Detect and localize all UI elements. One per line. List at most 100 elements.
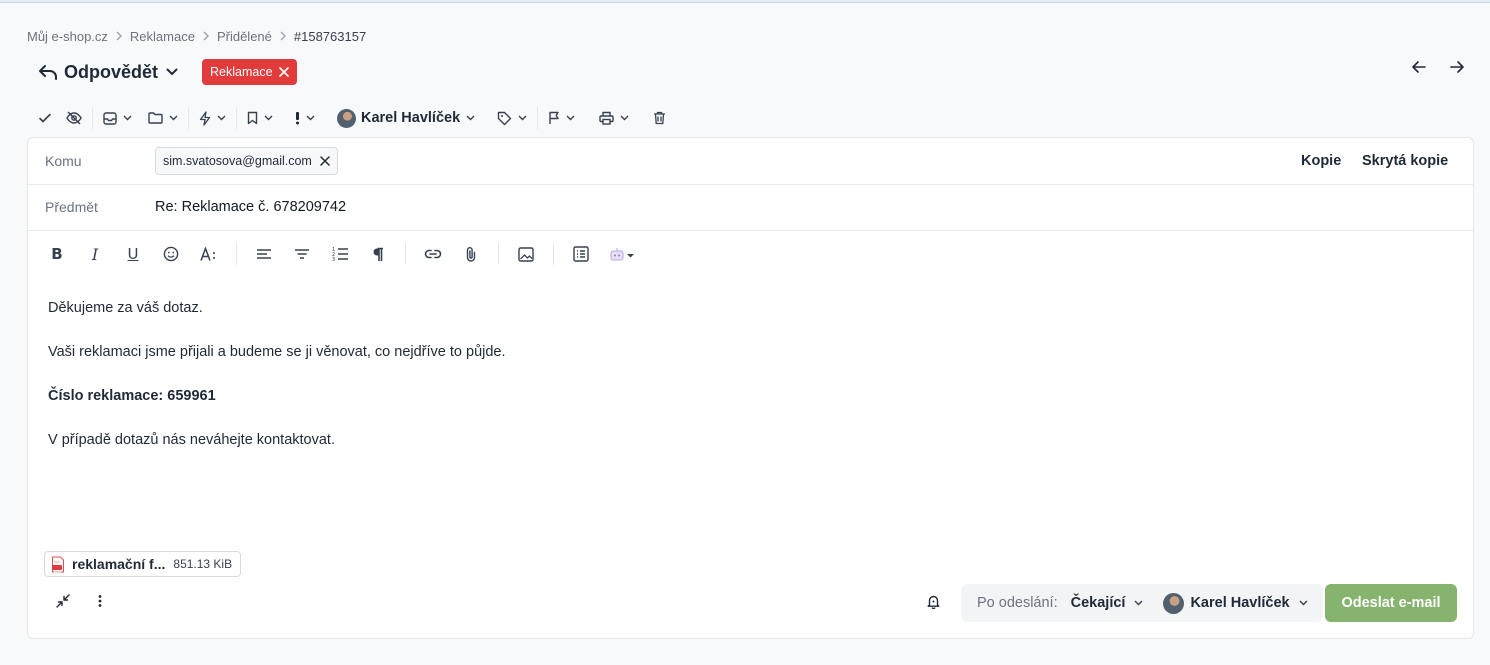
chevron-right-icon	[115, 31, 123, 41]
assignee-name: Karel Havlíček	[361, 110, 461, 126]
font-size-button[interactable]	[198, 243, 220, 265]
insert-image-button[interactable]	[515, 243, 537, 265]
mark-done-button[interactable]	[38, 106, 52, 130]
check-icon	[39, 113, 51, 123]
ordered-list-button[interactable]: 123	[329, 243, 351, 265]
cc-button[interactable]: Kopie	[1301, 153, 1341, 169]
exclamation-icon	[296, 112, 299, 125]
subject-input[interactable]: Re: Reklamace č. 678209742	[155, 199, 346, 215]
after-send-user-dropdown[interactable]: Karel Havlíček	[1163, 592, 1308, 614]
chevron-down-icon	[123, 115, 132, 121]
remove-tag-icon[interactable]	[278, 67, 289, 77]
attach-file-button[interactable]	[460, 243, 482, 265]
smiley-icon	[163, 246, 179, 262]
list-table-icon	[573, 246, 589, 262]
ticket-toolbar: Karel Havlíček	[38, 106, 666, 130]
reply-icon	[38, 63, 58, 81]
chevron-down-icon	[217, 115, 226, 121]
reply-label: Odpovědět	[64, 61, 159, 82]
flag-dropdown[interactable]	[548, 106, 575, 130]
labels-dropdown[interactable]	[497, 106, 527, 130]
font-size-icon	[200, 246, 215, 261]
bolt-icon	[199, 110, 211, 126]
hide-button[interactable]	[66, 106, 82, 130]
after-send-settings: Po odeslání: Čekající Karel Havlíček	[961, 584, 1323, 622]
page-header: Odpovědět Reklamace	[38, 58, 297, 86]
compose-card: Komu sim.svatosova@gmail.com Kopie Skryt…	[27, 137, 1474, 639]
automation-dropdown[interactable]	[199, 106, 226, 130]
more-options-icon[interactable]	[98, 594, 102, 608]
breadcrumb: Můj e-shop.cz Reklamace Přidělené #15876…	[27, 27, 366, 45]
send-email-button[interactable]: Odeslat e-mail	[1325, 584, 1457, 622]
breadcrumb-current-ticket: #158763157	[293, 28, 367, 44]
svg-text:3: 3	[332, 257, 335, 262]
priority-dropdown[interactable]	[295, 106, 315, 130]
attachment-name: reklamační f...	[72, 556, 166, 572]
reply-dropdown-button[interactable]: Odpovědět	[38, 62, 178, 83]
category-tag-label: Reklamace	[210, 65, 273, 79]
recipient-chip[interactable]: sim.svatosova@gmail.com	[155, 147, 338, 175]
attachment-chip[interactable]: reklamační f... 851.13 KiB	[44, 551, 242, 577]
delete-button[interactable]	[653, 106, 666, 130]
chevron-down-icon	[620, 115, 629, 121]
chevron-down-icon	[169, 115, 178, 121]
attachment-size: 851.13 KiB	[173, 557, 233, 571]
recipient-email: sim.svatosova@gmail.com	[163, 154, 312, 168]
chevron-down-icon	[1299, 600, 1308, 606]
category-tag: Reklamace	[202, 59, 297, 85]
align-center-button[interactable]	[291, 243, 313, 265]
align-left-icon	[257, 249, 271, 259]
print-dropdown[interactable]	[599, 106, 629, 130]
after-send-status-dropdown[interactable]: Čekající	[1071, 595, 1144, 611]
window-top-border	[0, 0, 1490, 3]
bold-button[interactable]: B	[46, 243, 68, 265]
tag-icon	[497, 111, 512, 125]
breadcrumb-item-pridelene[interactable]: Přidělené	[217, 29, 272, 44]
chevron-down-icon	[1134, 600, 1143, 606]
bookmark-dropdown[interactable]	[247, 106, 273, 130]
pilcrow-icon	[373, 247, 383, 261]
arrow-left-icon[interactable]	[1412, 60, 1426, 74]
arrow-right-icon[interactable]	[1450, 60, 1464, 74]
inbox-dropdown[interactable]	[103, 106, 132, 130]
chevron-down-icon	[566, 115, 575, 121]
chevron-down-icon	[264, 115, 273, 121]
chevron-right-icon	[202, 31, 210, 41]
body-paragraph: Děkujeme za váš dotaz.	[48, 300, 203, 316]
notification-bell-icon[interactable]	[927, 594, 940, 609]
to-row: Komu sim.svatosova@gmail.com Kopie Skryt…	[28, 138, 1473, 185]
body-paragraph: Vaši reklamaci jsme přijali a budeme se …	[48, 344, 506, 360]
assignee-dropdown[interactable]: Karel Havlíček	[337, 106, 475, 130]
link-icon	[424, 249, 442, 259]
breadcrumb-item-reklamace[interactable]: Reklamace	[130, 29, 195, 44]
insert-link-button[interactable]	[422, 243, 444, 265]
breadcrumb-item-shop[interactable]: Můj e-shop.cz	[27, 29, 108, 44]
after-send-label: Po odeslání:	[977, 595, 1058, 611]
underline-button[interactable]: U	[122, 243, 144, 265]
pdf-file-icon	[52, 556, 64, 572]
body-paragraph: V případě dotazů nás neváhejte kontaktov…	[48, 432, 335, 448]
robot-icon	[610, 248, 634, 261]
formatting-toolbar: B I U 123	[46, 243, 652, 265]
remove-recipient-icon[interactable]	[320, 156, 330, 166]
chevron-down-icon	[518, 115, 527, 121]
move-folder-dropdown[interactable]	[148, 106, 178, 130]
ai-assistant-dropdown[interactable]	[608, 243, 636, 265]
subject-row: Předmět Re: Reklamace č. 678209742	[28, 184, 1473, 231]
bcc-button[interactable]: Skrytá kopie	[1362, 153, 1448, 169]
paragraph-button[interactable]	[367, 243, 389, 265]
ordered-list-icon: 123	[332, 247, 348, 262]
to-label: Komu	[45, 153, 82, 169]
collapse-icon[interactable]	[56, 594, 70, 608]
emoji-button[interactable]	[160, 243, 182, 265]
italic-button[interactable]: I	[84, 243, 106, 265]
align-center-icon	[295, 249, 309, 259]
chevron-right-icon	[279, 31, 287, 41]
chevron-down-icon	[306, 115, 315, 121]
trash-icon	[654, 111, 666, 125]
email-body[interactable]: Děkujeme za váš dotaz. Vaši reklamaci js…	[48, 297, 506, 473]
ticket-navigation	[1412, 60, 1464, 74]
avatar	[337, 108, 356, 128]
template-button[interactable]	[570, 243, 592, 265]
align-left-button[interactable]	[253, 243, 275, 265]
